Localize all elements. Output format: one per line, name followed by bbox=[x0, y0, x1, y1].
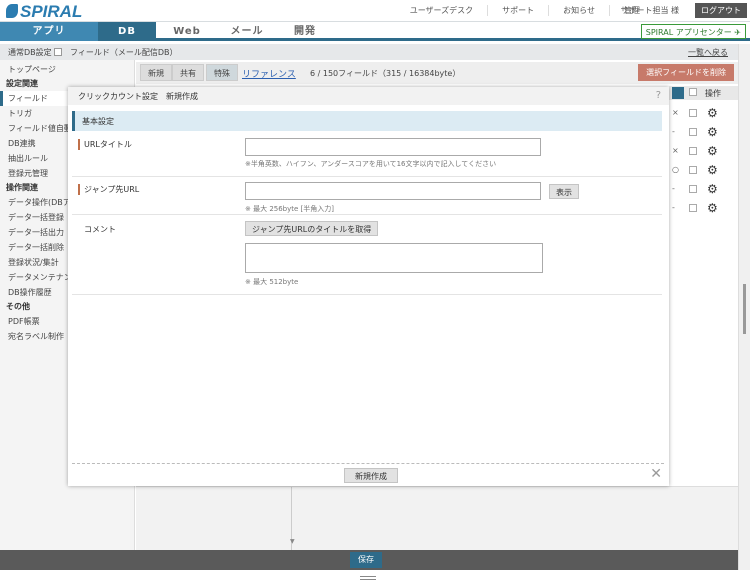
main-nav: アプリ DB Web メール 開発 SPIRAL アプリセンター ✈ bbox=[0, 22, 750, 41]
row-comment: コメント ジャンプ先URLのタイトルを取得 ※ 最大 512byte bbox=[72, 215, 662, 295]
special-button[interactable]: 特殊 bbox=[206, 64, 238, 81]
top-link-users-desk[interactable]: ユーザーズデスク bbox=[396, 5, 487, 16]
user-name: サポート担当 様 bbox=[620, 6, 679, 15]
tab-app[interactable]: アプリ bbox=[0, 22, 98, 41]
jump-url-label: ジャンプ先URL bbox=[78, 184, 139, 195]
modal-title: クリックカウント設定 新規作成 bbox=[78, 92, 198, 101]
page-scrollbar[interactable] bbox=[738, 44, 750, 570]
field-table-right: 操作 × ⚙ - ⚙ × ⚙ ○ ⚙ - ⚙ - ⚙ bbox=[669, 86, 738, 216]
section-basic-settings: 基本設定 bbox=[72, 111, 662, 131]
chevron-down-icon bbox=[53, 48, 62, 56]
modal-header: クリックカウント設定 新規作成 ? bbox=[68, 87, 669, 105]
section-title: 基本設定 bbox=[82, 117, 114, 126]
row-checkbox[interactable] bbox=[689, 204, 697, 212]
table-row: - ⚙ bbox=[669, 124, 738, 143]
sub-bar: 通常DB設定 フィールド（メール配信DB） 一覧へ戻る bbox=[0, 44, 738, 60]
new-button[interactable]: 新規 bbox=[140, 64, 172, 81]
sidebar-item-top[interactable]: トップページ bbox=[0, 62, 134, 77]
row-checkbox[interactable] bbox=[689, 185, 697, 193]
tab-mail[interactable]: メール bbox=[218, 22, 276, 41]
table-row: - ⚙ bbox=[669, 200, 738, 219]
spiral-logo-icon bbox=[6, 4, 18, 18]
save-button[interactable]: 保存 bbox=[350, 552, 382, 568]
table-row: × ⚙ bbox=[669, 143, 738, 162]
url-title-input[interactable] bbox=[245, 138, 541, 156]
jump-url-input[interactable] bbox=[245, 182, 541, 200]
url-title-label: URLタイトル bbox=[78, 139, 132, 150]
plug-icon: ✈ bbox=[734, 28, 741, 37]
gear-icon[interactable]: ⚙ bbox=[707, 125, 718, 139]
row-mark: × bbox=[672, 146, 679, 155]
spiral-logo[interactable]: SPIRAL bbox=[6, 2, 82, 22]
gear-icon[interactable]: ⚙ bbox=[707, 106, 718, 120]
row-checkbox[interactable] bbox=[689, 128, 697, 136]
comment-textarea[interactable] bbox=[245, 243, 543, 273]
gear-icon[interactable]: ⚙ bbox=[707, 182, 718, 196]
create-button[interactable]: 新規作成 bbox=[344, 468, 398, 483]
row-mark: × bbox=[672, 108, 679, 117]
breadcrumb: フィールド（メール配信DB） bbox=[70, 48, 178, 57]
footer-bar: 保存 bbox=[0, 550, 738, 570]
select-all-checkbox[interactable] bbox=[689, 88, 697, 96]
scrollbar-thumb[interactable] bbox=[743, 284, 746, 334]
fetch-title-button[interactable]: ジャンプ先URLのタイトルを取得 bbox=[245, 221, 379, 236]
comment-label: コメント bbox=[84, 225, 116, 234]
tab-dev[interactable]: 開発 bbox=[276, 22, 334, 41]
row-checkbox[interactable] bbox=[689, 109, 697, 117]
field-toolbar: 新規 共有 特殊 リファレンス 6 / 150フィールド（315 / 16384… bbox=[136, 62, 738, 84]
row-mark: - bbox=[672, 203, 675, 212]
table-row: × ⚙ bbox=[669, 105, 738, 124]
url-title-hint: ※半角英数、ハイフン、アンダースコアを用いて16文字以内で記入してください bbox=[245, 160, 497, 168]
top-links: ユーザーズデスク サポート お知らせ 管理 bbox=[396, 5, 654, 16]
table-header: 操作 bbox=[669, 86, 738, 100]
row-mark: ○ bbox=[672, 165, 679, 174]
row-jump-url: ジャンプ先URL 表示 ※ 最大 256byte [半角入力] bbox=[72, 177, 662, 215]
tab-db[interactable]: DB bbox=[98, 22, 156, 41]
show-button[interactable]: 表示 bbox=[549, 184, 579, 199]
gear-icon[interactable]: ⚙ bbox=[707, 201, 718, 215]
field-count: 6 / 150フィールド（315 / 16384byte） bbox=[310, 69, 461, 78]
resize-grip-icon[interactable] bbox=[360, 576, 376, 580]
comment-hint: ※ 最大 512byte bbox=[245, 278, 299, 286]
top-header: SPIRAL ユーザーズデスク サポート お知らせ 管理 サポート担当 様 ログ… bbox=[0, 0, 750, 22]
shared-button[interactable]: 共有 bbox=[172, 64, 204, 81]
row-checkbox[interactable] bbox=[689, 147, 697, 155]
app-center-button[interactable]: SPIRAL アプリセンター ✈ bbox=[640, 24, 746, 39]
app-center-label: SPIRAL アプリセンター bbox=[645, 28, 732, 37]
content-background bbox=[136, 486, 738, 551]
reference-link[interactable]: リファレンス bbox=[242, 67, 296, 80]
jump-url-hint: ※ 最大 256byte [半角入力] bbox=[245, 205, 335, 213]
tab-web[interactable]: Web bbox=[156, 22, 218, 41]
gear-icon[interactable]: ⚙ bbox=[707, 144, 718, 158]
delete-selected-button[interactable]: 選択フィールドを削除 bbox=[638, 64, 734, 81]
logo-text: SPIRAL bbox=[20, 2, 83, 21]
close-icon[interactable]: ✕ bbox=[650, 466, 662, 482]
table-row: ○ ⚙ bbox=[669, 162, 738, 181]
db-setting-label: 通常DB設定 bbox=[8, 48, 52, 57]
table-row: - ⚙ bbox=[669, 181, 738, 200]
click-count-modal: クリックカウント設定 新規作成 ? 基本設定 URLタイトル ※半角英数、ハイフ… bbox=[68, 87, 669, 486]
scroll-down-arrow-icon[interactable]: ▼ bbox=[290, 538, 295, 545]
modal-footer: 新規作成 ✕ bbox=[72, 463, 664, 486]
logout-button[interactable]: ログアウト bbox=[695, 3, 747, 18]
row-url-title: URLタイトル ※半角英数、ハイフン、アンダースコアを用いて16文字以内で記入し… bbox=[72, 133, 662, 177]
header-marker bbox=[672, 87, 684, 99]
row-mark: - bbox=[672, 127, 675, 136]
db-setting-select[interactable]: 通常DB設定 bbox=[8, 47, 62, 58]
gear-icon[interactable]: ⚙ bbox=[707, 163, 718, 177]
row-checkbox[interactable] bbox=[689, 166, 697, 174]
back-to-list-link[interactable]: 一覧へ戻る bbox=[688, 47, 728, 58]
help-icon[interactable]: ? bbox=[656, 90, 661, 101]
top-link-support[interactable]: サポート bbox=[487, 5, 548, 16]
top-link-news[interactable]: お知らせ bbox=[548, 5, 609, 16]
operation-header: 操作 bbox=[705, 89, 721, 98]
row-mark: - bbox=[672, 184, 675, 193]
